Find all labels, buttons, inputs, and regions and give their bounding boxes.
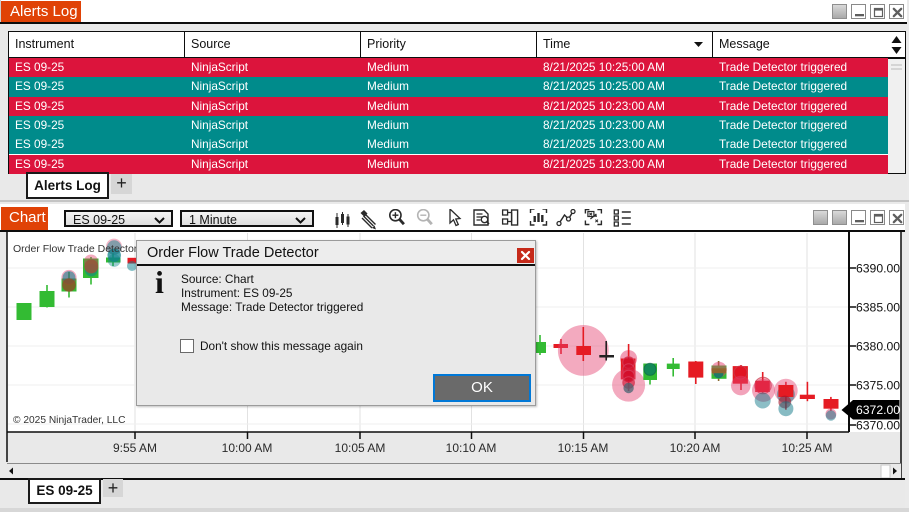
svg-text:6370.00: 6370.00 (856, 419, 900, 433)
svg-text:6385.00: 6385.00 (856, 301, 900, 315)
svg-text:6390.00: 6390.00 (856, 262, 900, 276)
svg-text:6380.00: 6380.00 (856, 340, 900, 354)
svg-text:6375.00: 6375.00 (856, 379, 900, 393)
svg-text:Order Flow Trade Detector: Order Flow Trade Detector (13, 243, 138, 255)
svg-text:6372.00: 6372.00 (856, 403, 900, 417)
svg-text:© 2025 NinjaTrader, LLC: © 2025 NinjaTrader, LLC (13, 415, 125, 426)
